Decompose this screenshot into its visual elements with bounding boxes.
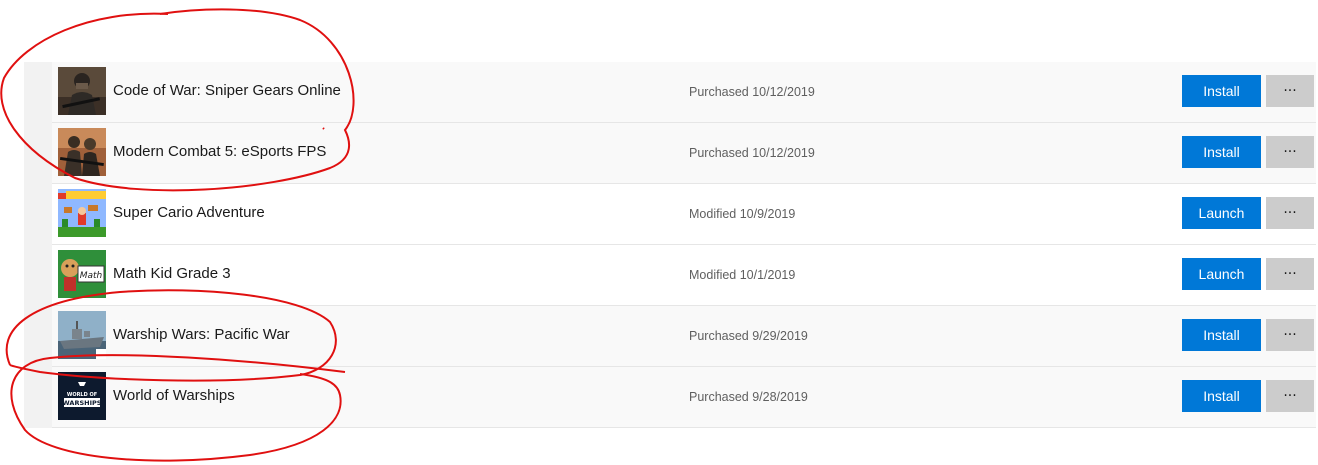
install-button[interactable]: Install bbox=[1182, 319, 1261, 351]
list-item[interactable]: WORLD OF WARSHIPS World of Warships Purc… bbox=[52, 367, 1316, 428]
list-item[interactable]: Code of War: Sniper Gears Online Purchas… bbox=[52, 62, 1316, 123]
list-item[interactable]: Super Cario Adventure Modified 10/9/2019… bbox=[52, 184, 1316, 245]
more-options-button[interactable]: ··· bbox=[1266, 75, 1314, 107]
app-library-list: Code of War: Sniper Gears Online Purchas… bbox=[24, 62, 1316, 428]
list-item[interactable]: Modern Combat 5: eSports FPS Purchased 1… bbox=[52, 123, 1316, 184]
app-status: Purchased 9/28/2019 bbox=[689, 390, 808, 404]
list-item[interactable]: Warship Wars: Pacific War Purchased 9/29… bbox=[52, 306, 1316, 367]
app-status: Purchased 10/12/2019 bbox=[689, 85, 815, 99]
list-item[interactable]: Math Math Kid Grade 3 Modified 10/1/2019… bbox=[52, 245, 1316, 306]
app-title: Modern Combat 5: eSports FPS bbox=[113, 143, 327, 160]
super-cario-platformer-icon bbox=[58, 189, 106, 237]
more-options-button[interactable]: ··· bbox=[1266, 319, 1314, 351]
app-status: Modified 10/1/2019 bbox=[689, 268, 796, 282]
app-title: Code of War: Sniper Gears Online bbox=[113, 82, 341, 99]
more-options-button[interactable]: ··· bbox=[1266, 380, 1314, 412]
warship-icon bbox=[58, 311, 106, 359]
code-of-war-soldier-icon bbox=[58, 67, 106, 115]
install-button[interactable]: Install bbox=[1182, 75, 1261, 107]
app-status: Modified 10/9/2019 bbox=[689, 207, 796, 221]
svg-text:WARSHIPS: WARSHIPS bbox=[63, 399, 102, 407]
modern-combat-soldier-icon bbox=[58, 128, 106, 176]
install-button[interactable]: Install bbox=[1182, 380, 1261, 412]
more-options-button[interactable]: ··· bbox=[1266, 136, 1314, 168]
launch-button[interactable]: Launch bbox=[1182, 197, 1261, 229]
svg-text:Math: Math bbox=[80, 271, 103, 281]
more-options-button[interactable]: ··· bbox=[1266, 197, 1314, 229]
app-status: Purchased 9/29/2019 bbox=[689, 329, 808, 343]
more-options-button[interactable]: ··· bbox=[1266, 258, 1314, 290]
install-button[interactable]: Install bbox=[1182, 136, 1261, 168]
math-kid-chalkboard-icon: Math bbox=[58, 250, 106, 298]
launch-button[interactable]: Launch bbox=[1182, 258, 1261, 290]
world-of-warships-logo-icon: WORLD OF WARSHIPS bbox=[58, 372, 106, 420]
app-title: Math Kid Grade 3 bbox=[113, 265, 231, 282]
app-title: Super Cario Adventure bbox=[113, 204, 265, 221]
svg-text:WORLD OF: WORLD OF bbox=[67, 392, 97, 398]
app-status: Purchased 10/12/2019 bbox=[689, 146, 815, 160]
app-title: World of Warships bbox=[113, 387, 235, 404]
app-title: Warship Wars: Pacific War bbox=[113, 326, 290, 343]
